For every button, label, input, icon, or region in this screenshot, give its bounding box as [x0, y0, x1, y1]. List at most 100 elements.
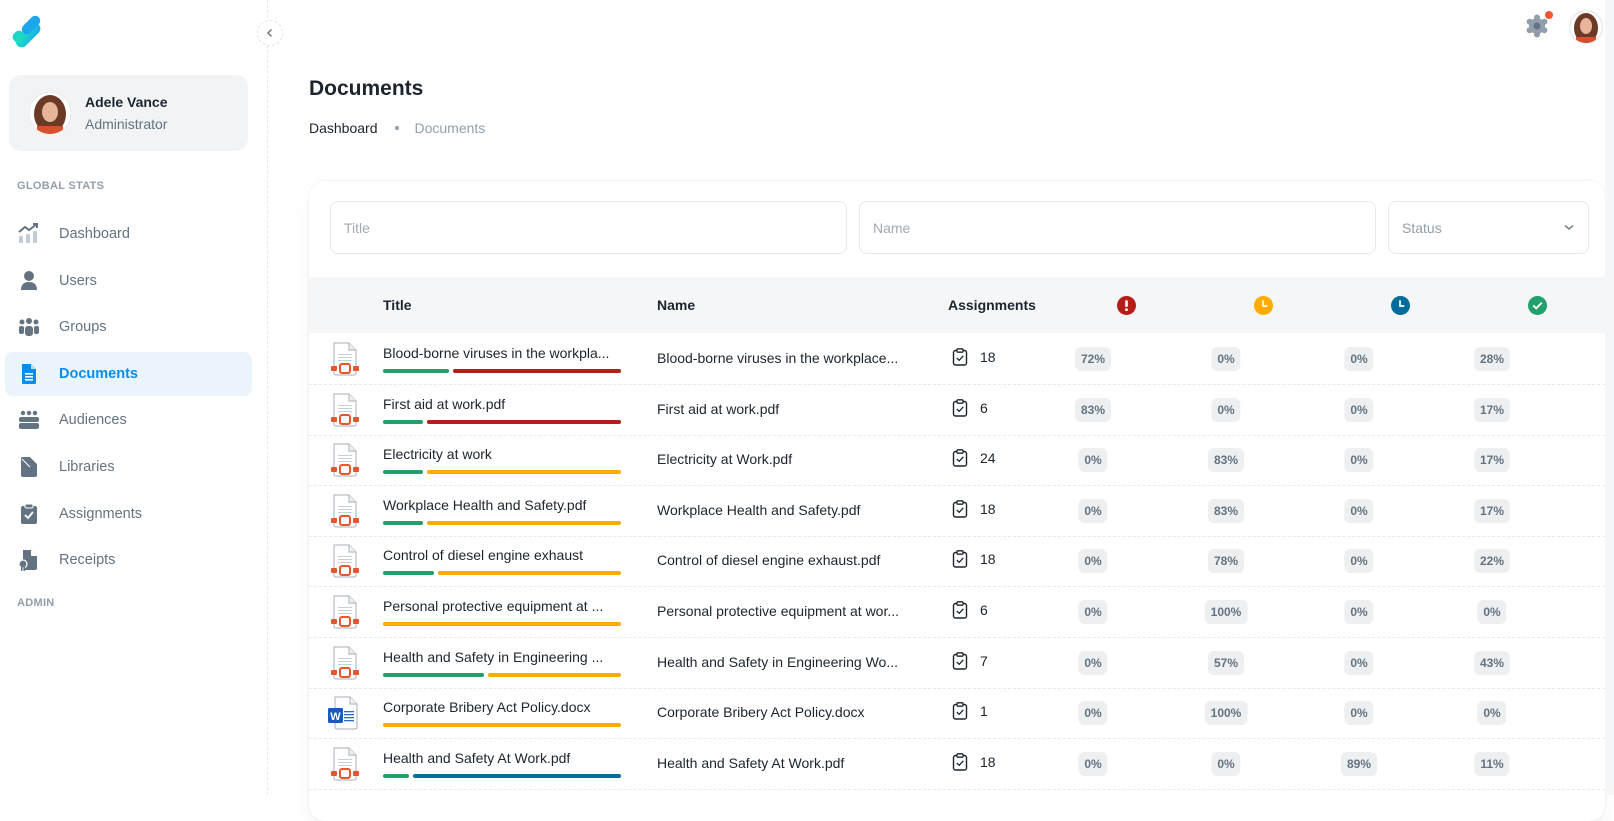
audiences-icon — [18, 409, 40, 431]
clipboard-icon — [952, 348, 968, 366]
sidebar-item-users[interactable]: Users — [5, 259, 252, 303]
sidebar: Adele Vance Administrator GLOBAL STATS D… — [0, 0, 268, 795]
document-name: Workplace Health and Safety.pdf — [657, 501, 861, 518]
table-row[interactable]: W Corporate Bribery Act Policy.docx Corp… — [309, 687, 1605, 740]
document-title[interactable]: Electricity at work — [383, 446, 621, 462]
in-progress-percent: 0% — [1344, 650, 1374, 675]
table-row[interactable]: Workplace Health and Safety.pdf Workplac… — [309, 485, 1605, 537]
user-role: Administrator — [85, 116, 168, 132]
status-select[interactable]: Status — [1388, 201, 1589, 254]
progress-segment-completed — [383, 369, 449, 373]
overdue-icon — [1117, 296, 1136, 315]
table-row[interactable]: Blood-borne viruses in the workpla... Bl… — [309, 333, 1605, 385]
sidebar-item-libraries[interactable]: Libraries — [5, 445, 252, 489]
pending-percent: 83% — [1207, 448, 1245, 473]
assignments-count: 7 — [952, 651, 988, 670]
document-name: Health and Safety in Engineering Wo... — [657, 653, 899, 670]
sidebar-item-dashboard[interactable]: Dashboard — [5, 212, 252, 256]
page-scrollbar-track[interactable] — [1605, 0, 1614, 795]
column-header-name[interactable]: Name — [657, 277, 695, 333]
document-name: Corporate Bribery Act Policy.docx — [657, 704, 865, 721]
completed-percent: 0% — [1477, 600, 1507, 624]
clipboard-icon — [952, 752, 968, 771]
section-label-global-stats: GLOBAL STATS — [17, 180, 105, 192]
progress-segment-pending — [383, 622, 621, 626]
document-name: Electricity at Work.pdf — [657, 451, 793, 468]
progress-segment-completed — [383, 419, 423, 424]
column-header-title[interactable]: Title — [383, 277, 412, 333]
document-title[interactable]: Control of diesel engine exhaust — [383, 547, 621, 563]
sidebar-item-label: Documents — [59, 366, 138, 382]
table-row[interactable]: Electricity at work Electricity at Work.… — [309, 434, 1605, 487]
document-title[interactable]: Health and Safety in Engineering ... — [383, 649, 621, 665]
pdf-file-icon — [330, 342, 360, 376]
app-logo-icon[interactable] — [10, 12, 50, 52]
assignments-count: 18 — [952, 348, 996, 366]
svg-text:W: W — [330, 711, 341, 723]
collapse-sidebar-button[interactable] — [257, 20, 283, 46]
table-row[interactable]: Control of diesel engine exhaust Control… — [309, 535, 1605, 588]
sidebar-item-groups[interactable]: Groups — [5, 305, 252, 349]
title-filter-input[interactable] — [344, 219, 833, 236]
status-select-placeholder: Status — [1402, 219, 1442, 236]
table-row[interactable]: Personal protective equipment at ... Per… — [309, 586, 1605, 638]
overdue-percent: 0% — [1078, 650, 1108, 675]
sidebar-item-assignments[interactable]: Assignments — [5, 492, 252, 536]
clipboard-icon — [952, 398, 968, 417]
column-header-assignments[interactable]: Assignments — [948, 277, 1036, 333]
completed-percent: 17% — [1473, 448, 1511, 473]
document-title[interactable]: Personal protective equipment at ... — [383, 598, 621, 614]
chart-trend-icon — [18, 223, 40, 245]
pending-percent: 100% — [1204, 600, 1248, 624]
document-title[interactable]: First aid at work.pdf — [383, 396, 621, 412]
document-title[interactable]: Blood-borne viruses in the workpla... — [383, 345, 621, 361]
sidebar-item-label: Libraries — [59, 459, 115, 475]
sidebar-item-audiences[interactable]: Audiences — [5, 398, 252, 442]
pdf-file-icon — [330, 747, 360, 781]
breadcrumb-separator — [394, 126, 399, 130]
assignments-count: 18 — [952, 550, 996, 569]
sidebar-item-receipts[interactable]: Receipts — [5, 538, 252, 582]
assignments-count: 6 — [952, 601, 988, 619]
progress-segment-completed — [383, 520, 423, 525]
chevron-left-icon — [267, 29, 272, 37]
document-name: Blood-borne viruses in the workplace... — [657, 350, 899, 366]
clipboard-icon — [952, 550, 968, 569]
progress-segment-in-progress — [412, 773, 621, 778]
clipboard-icon — [952, 449, 968, 467]
clipboard-icon — [952, 702, 968, 720]
status-progress-bar — [383, 723, 621, 728]
pdf-file-icon — [330, 544, 360, 578]
word-file-icon: W — [327, 696, 361, 730]
clipboard-check-icon — [18, 503, 40, 525]
clipboard-icon — [952, 601, 968, 619]
table-row[interactable]: First aid at work.pdf First aid at work.… — [309, 384, 1605, 436]
name-filter-input[interactable] — [873, 219, 1362, 236]
table-row[interactable]: Health and Safety At Work.pdf Health and… — [309, 738, 1605, 790]
document-title[interactable]: Workplace Health and Safety.pdf — [383, 497, 621, 513]
receipt-icon — [18, 549, 40, 571]
overdue-percent: 0% — [1078, 701, 1108, 726]
clipboard-icon — [952, 651, 968, 670]
status-progress-bar — [383, 773, 621, 778]
title-filter-field[interactable] — [330, 201, 847, 254]
pending-percent: 0% — [1211, 397, 1241, 422]
document-title[interactable]: Corporate Bribery Act Policy.docx — [383, 699, 621, 715]
breadcrumb-dashboard-link[interactable]: Dashboard — [309, 120, 378, 136]
document-title[interactable]: Health and Safety At Work.pdf — [383, 750, 621, 766]
user-card[interactable]: Adele Vance Administrator — [9, 75, 248, 151]
name-filter-field[interactable] — [859, 201, 1376, 254]
pdf-file-icon — [330, 392, 360, 427]
sidebar-item-label: Users — [59, 273, 97, 289]
completed-percent: 22% — [1473, 549, 1511, 574]
table-row[interactable]: Health and Safety in Engineering ... Hea… — [309, 637, 1605, 689]
document-name: First aid at work.pdf — [657, 400, 780, 417]
pending-percent: 0% — [1211, 347, 1241, 371]
in-progress-percent: 0% — [1344, 347, 1374, 371]
notification-dot — [1545, 11, 1553, 19]
pdf-file-icon — [330, 645, 360, 680]
sidebar-item-documents[interactable]: Documents — [5, 352, 252, 396]
account-avatar[interactable] — [1568, 9, 1604, 45]
user-avatar — [29, 92, 71, 134]
document-name: Health and Safety At Work.pdf — [657, 754, 845, 771]
